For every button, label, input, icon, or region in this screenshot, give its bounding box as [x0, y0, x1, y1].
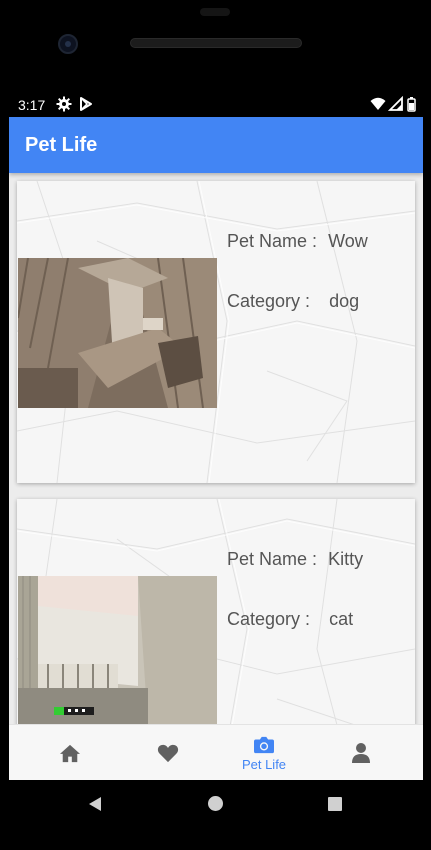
pet-photo	[18, 258, 217, 408]
pet-category-value: cat	[329, 609, 354, 629]
nav-pet-life-label: Pet Life	[241, 756, 287, 772]
wifi-icon	[370, 97, 386, 110]
top-slot	[200, 8, 230, 16]
pet-name-row: Pet Name : Kitty	[227, 549, 363, 570]
sepia-room-image	[18, 258, 217, 408]
device-bezel-top	[0, 0, 431, 93]
nav-pet-life[interactable]: Pet Life	[224, 725, 304, 780]
pet-name-value: Wow	[328, 231, 368, 251]
play-store-icon	[80, 97, 92, 111]
bottom-navigation: Pet Life	[9, 724, 423, 780]
earpiece-speaker	[130, 38, 302, 48]
home-circle-icon[interactable]	[208, 796, 223, 811]
pet-name-label: Pet Name :	[227, 549, 318, 569]
pet-category-label: Category :	[227, 291, 311, 311]
pet-category-row: Category : dog	[227, 291, 359, 312]
status-bar: 3:17	[0, 93, 431, 117]
pet-category-value: dog	[329, 291, 360, 311]
heart-icon	[157, 744, 179, 763]
pet-list[interactable]: Pet Name : Wow Category : dog Pet Name:…	[9, 173, 423, 724]
front-camera	[58, 34, 78, 54]
pet-name-label: Pet Name :	[227, 231, 318, 251]
nav-profile[interactable]	[321, 725, 401, 780]
pet-category-row: Category : cat	[227, 609, 353, 630]
gear-icon	[56, 96, 72, 112]
camera-icon	[254, 736, 274, 753]
status-time: 3:17	[18, 97, 46, 113]
app-title: Pet Life	[25, 134, 98, 156]
app-screen: Pet Life Pet Name: Wow Category: dog P…	[9, 117, 423, 780]
pet-card[interactable]: Pet Name : Kitty Category : cat	[17, 499, 415, 724]
recents-square-icon[interactable]	[328, 797, 342, 811]
pet-name-row: Pet Name : Wow	[227, 231, 368, 252]
system-navigation-bar	[0, 780, 431, 850]
battery-icon	[407, 97, 416, 112]
nav-favorites[interactable]	[128, 725, 208, 780]
room-window-image	[18, 576, 217, 724]
pet-category-label: Category :	[227, 609, 311, 629]
back-icon[interactable]	[87, 796, 103, 812]
app-bar: Pet Life	[9, 117, 423, 173]
nav-home[interactable]	[30, 725, 110, 780]
pet-name-value: Kitty	[328, 549, 364, 569]
pet-card[interactable]: Pet Name : Wow Category : dog	[17, 181, 415, 483]
signal-icon	[388, 96, 403, 111]
person-icon	[352, 743, 370, 763]
home-icon	[60, 744, 80, 763]
pet-photo	[18, 576, 217, 724]
